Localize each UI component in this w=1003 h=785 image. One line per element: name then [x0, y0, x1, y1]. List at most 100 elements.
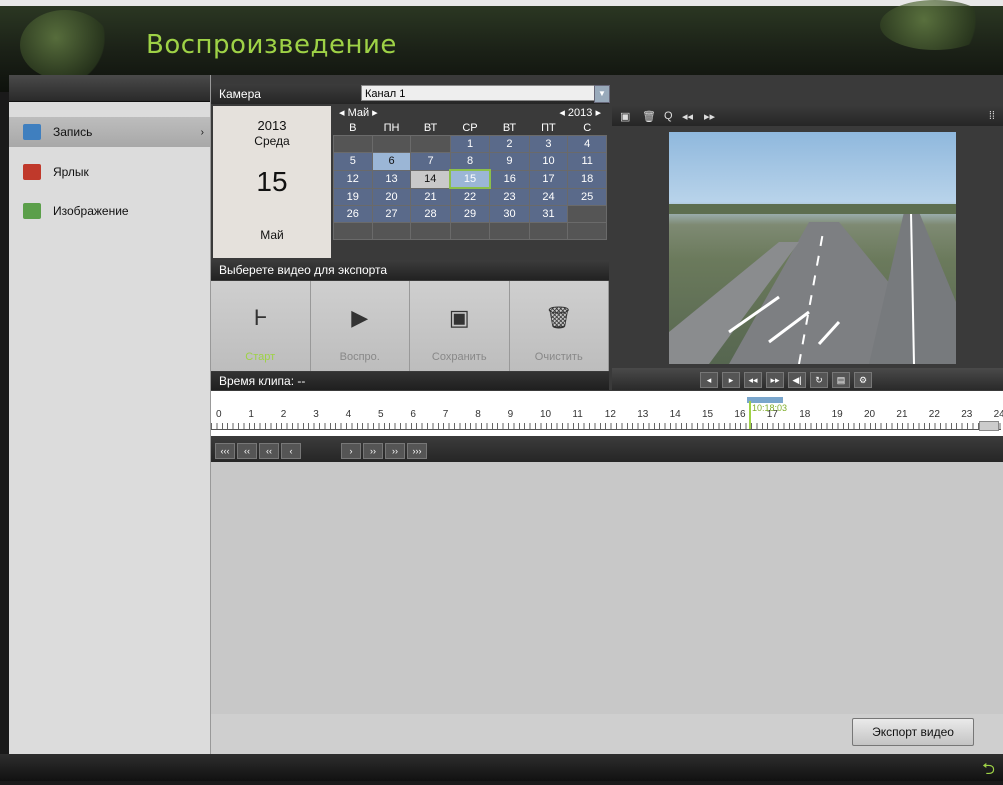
calendar-day[interactable]: 7 [410, 152, 451, 171]
video-toolbar: ▣ 🗑 Q ◂◂ ▸▸ ⁞⁞ [612, 106, 1003, 126]
audio-icon[interactable]: ◀| [788, 372, 806, 388]
calendar-day[interactable]: 21 [410, 187, 451, 206]
page-title: Воспроизведение [146, 30, 397, 60]
zoom-icon[interactable]: Q [664, 110, 673, 122]
calendar-day[interactable]: 15 [449, 169, 491, 189]
footer: ⮌ [0, 754, 1003, 781]
calendar-day[interactable]: 2 [489, 135, 530, 153]
grid-icon[interactable]: ⁞⁞ [989, 110, 995, 122]
start-bracket-icon: Ⱶ [253, 305, 267, 330]
timeline-nav-button[interactable]: ‹‹‹ [215, 443, 235, 459]
calendar-day[interactable]: 4 [567, 135, 607, 153]
chevron-down-icon[interactable]: ▼ [594, 85, 610, 103]
calendar-day[interactable]: 29 [449, 205, 491, 223]
sidebar-item-tag[interactable]: Ярлык [9, 157, 210, 187]
calendar-month-nav[interactable]: ◂ Май ▸ [339, 106, 378, 119]
repeat-icon[interactable]: ↻ [810, 372, 828, 388]
timeline-hour-label: 20 [864, 409, 876, 420]
calendar-day[interactable]: 3 [528, 135, 569, 153]
timeline-ticks [211, 423, 1001, 430]
calendar-day[interactable]: 14 [410, 169, 451, 189]
timeline-current-time: 10:18:03 [752, 403, 788, 413]
date-month: Май [260, 228, 284, 242]
calendar-day[interactable]: 9 [489, 152, 530, 171]
timeline[interactable]: 0 1 2 3 4 5 6 7 8 9 10 11 12 13 14 15 16 17 18 19 20 21 22 23 24… [211, 391, 1003, 436]
calendar-day [567, 205, 607, 223]
sidebar-item-label: Запись [53, 125, 93, 139]
camera-label: Камера [219, 87, 261, 101]
calendar-day[interactable]: 16 [489, 169, 530, 189]
calendar-day[interactable]: 13 [371, 169, 412, 189]
calendar-day[interactable]: 23 [489, 187, 530, 206]
calendar-weekday-header: ПН [383, 121, 400, 134]
fast-forward-icon[interactable]: ▸▸ [766, 372, 784, 388]
image-icon [23, 203, 41, 219]
calendar-day[interactable]: 26 [333, 205, 373, 223]
sidebar-item-label: Изображение [53, 204, 129, 218]
calendar-day[interactable]: 18 [567, 169, 607, 189]
timeline-nav-button[interactable]: ›› [385, 443, 405, 459]
timeline-nav-button[interactable]: ›› [363, 443, 383, 459]
calendar-weekday-header: С [583, 121, 592, 134]
timeline-hour-label: 14 [669, 409, 681, 420]
timeline-hour-label: 12 [604, 409, 616, 420]
trash-icon: 🗑 [544, 305, 573, 330]
calendar-day[interactable]: 28 [410, 205, 451, 223]
calendar-day[interactable]: 30 [489, 205, 530, 223]
calendar-day[interactable]: 27 [371, 205, 412, 223]
start-button-label: Старт [245, 351, 276, 363]
calendar-day[interactable]: 5 [333, 152, 373, 171]
leaf-decoration [20, 10, 110, 80]
file-list-area [211, 462, 1003, 714]
timeline-nav-button[interactable]: ‹‹ [237, 443, 257, 459]
calendar-weekday-header: ВТ [423, 121, 438, 134]
step-back-icon[interactable]: ◂ [700, 372, 718, 388]
timeline-hour-label: 18 [799, 409, 811, 420]
calendar-day[interactable]: 25 [567, 187, 607, 206]
trash-icon[interactable]: 🗑 [642, 110, 656, 123]
skip-forward-icon[interactable]: ▸▸ [704, 110, 715, 123]
calendar-day[interactable]: 1 [449, 135, 491, 153]
calendar-day[interactable]: 17 [528, 169, 569, 189]
calendar-day [489, 222, 530, 240]
calendar-day[interactable]: 11 [567, 152, 607, 171]
calendar-year-nav[interactable]: ◂ 2013 ▸ [559, 106, 601, 119]
calendar-day[interactable]: 12 [333, 169, 373, 189]
list-icon[interactable]: ▤ [832, 372, 850, 388]
export-video-button[interactable]: Экспорт видео [852, 718, 974, 746]
calendar-day[interactable]: 31 [528, 205, 569, 223]
timeline-cursor[interactable] [749, 401, 751, 429]
export-header: Выберете видео для экспорта [211, 260, 609, 280]
clear-button-label: Очистить [534, 351, 583, 363]
settings-icon[interactable]: ⚙ [854, 372, 872, 388]
calendar-day[interactable]: 8 [449, 152, 491, 171]
timeline-hour-label: 19 [831, 409, 843, 420]
calendar-day[interactable]: 10 [528, 152, 569, 171]
sidebar-item-label: Ярлык [53, 165, 89, 179]
sidebar-item-image[interactable]: Изображение [9, 196, 210, 226]
camera-select[interactable]: Канал 1 [361, 85, 595, 101]
calendar-day[interactable]: 24 [528, 187, 569, 206]
calendar-day[interactable]: 19 [333, 187, 373, 206]
step-forward-icon[interactable]: ▸ [722, 372, 740, 388]
calendar-day[interactable]: 6 [371, 152, 412, 171]
timeline-nav-button[interactable]: ‹ [281, 443, 301, 459]
timeline-hour-label: 1 [248, 409, 254, 420]
calendar-day[interactable]: 22 [449, 187, 491, 206]
timeline-nav-button[interactable]: ‹‹ [259, 443, 279, 459]
date-display: 2013 Среда 15 Май [213, 106, 331, 258]
timeline-zoom-handle[interactable] [979, 421, 999, 431]
timeline-nav: ‹‹‹ ‹‹ ‹‹ ‹ › ›› ›› ››› [211, 438, 1003, 462]
timeline-nav-button[interactable]: ››› [407, 443, 427, 459]
clear-button[interactable]: 🗑 Очистить [509, 281, 609, 371]
skip-back-icon[interactable]: ◂◂ [682, 110, 693, 123]
sidebar-item-record[interactable]: Запись › [9, 117, 210, 147]
calendar-day [410, 135, 451, 153]
timeline-nav-button[interactable]: › [341, 443, 361, 459]
play-button[interactable]: ▶ Воспро. [310, 281, 410, 371]
start-button[interactable]: Ⱶ Старт [211, 281, 311, 371]
calendar-day[interactable]: 20 [371, 187, 412, 206]
save-button[interactable]: ▣ Сохранить [410, 281, 510, 371]
rewind-icon[interactable]: ◂◂ [744, 372, 762, 388]
layout-icon[interactable]: ▣ [620, 110, 630, 123]
